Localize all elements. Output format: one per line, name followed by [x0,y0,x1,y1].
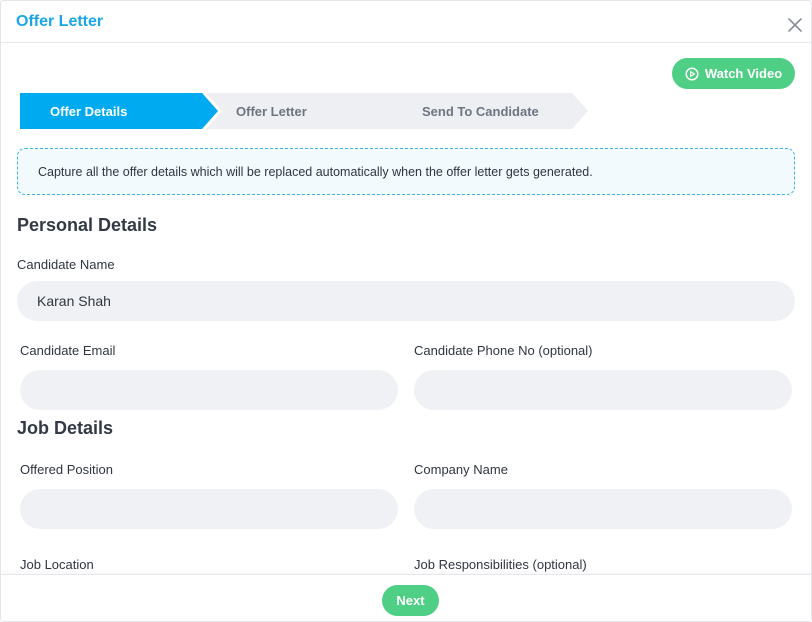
watch-video-button[interactable]: Watch Video [672,58,795,89]
candidate-email-label: Candidate Email [20,343,116,358]
stepper: Offer Details Offer Letter Send To Candi… [20,93,600,129]
candidate-phone-label: Candidate Phone No (optional) [414,343,593,358]
step-label: Offer Details [50,103,128,119]
next-button[interactable]: Next [382,585,439,616]
offer-letter-modal: Offer Letter Watch Video Offer Details O… [0,0,812,622]
job-details-heading: Job Details [17,418,114,438]
candidate-phone-input[interactable] [414,370,792,410]
company-name-input[interactable] [414,489,792,529]
offered-position-label: Offered Position [20,462,113,477]
company-name-label: Company Name [414,462,508,477]
step-label: Send To Candidate [422,103,539,119]
close-icon [788,18,802,32]
candidate-name-label: Candidate Name [17,257,115,272]
job-responsibilities-label: Job Responsibilities (optional) [414,557,587,572]
info-banner: Capture all the offer details which will… [17,148,795,195]
modal-header: Offer Letter [1,1,811,43]
job-location-label: Job Location [20,557,94,572]
personal-details-heading: Personal Details [17,215,158,235]
modal-title: Offer Letter [16,13,104,30]
step-send-to-candidate[interactable]: Send To Candidate [392,93,592,129]
play-circle-icon [685,66,699,81]
candidate-name-input[interactable] [17,281,795,321]
step-label: Offer Letter [236,103,307,119]
offered-position-input[interactable] [20,489,398,529]
step-offer-letter[interactable]: Offer Letter [206,93,418,129]
candidate-email-input[interactable] [20,370,398,410]
modal-footer: Next [1,574,811,621]
watch-video-label: Watch Video [704,66,783,81]
step-offer-details[interactable]: Offer Details [20,93,218,129]
info-text: Capture all the offer details which will… [38,164,593,179]
close-button[interactable] [787,17,803,33]
